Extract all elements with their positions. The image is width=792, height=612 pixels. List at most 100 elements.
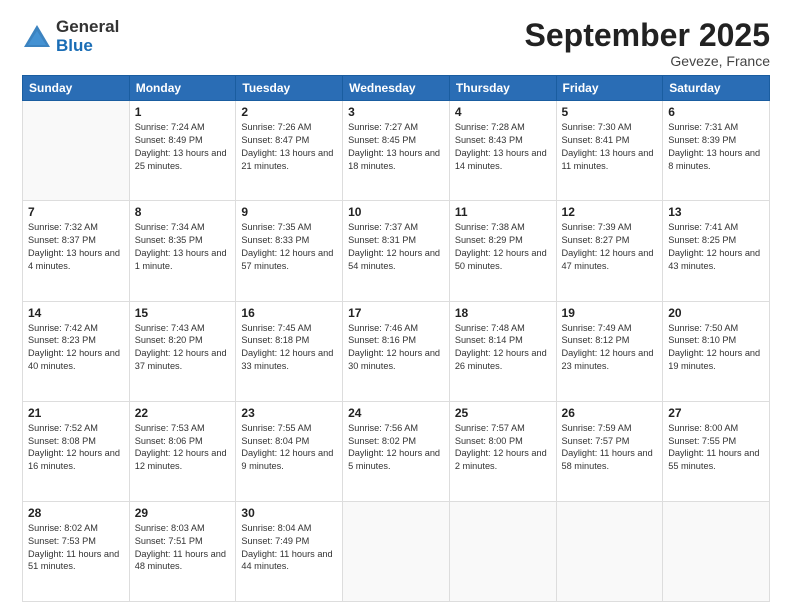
title-month: September 2025 [525, 18, 770, 53]
day-number: 21 [28, 406, 124, 420]
day-number: 25 [455, 406, 551, 420]
day-number: 6 [668, 105, 764, 119]
day-number: 12 [562, 205, 658, 219]
logo-blue: Blue [56, 37, 119, 56]
day-cell [663, 501, 770, 601]
day-info: Sunrise: 8:02 AMSunset: 7:53 PMDaylight:… [28, 522, 124, 574]
day-info: Sunrise: 7:34 AMSunset: 8:35 PMDaylight:… [135, 221, 231, 273]
weekday-header-wednesday: Wednesday [343, 76, 450, 101]
day-info: Sunrise: 7:41 AMSunset: 8:25 PMDaylight:… [668, 221, 764, 273]
weekday-header-thursday: Thursday [449, 76, 556, 101]
day-number: 10 [348, 205, 444, 219]
day-cell: 5 Sunrise: 7:30 AMSunset: 8:41 PMDaylight… [556, 101, 663, 201]
day-number: 22 [135, 406, 231, 420]
day-info: Sunrise: 7:37 AMSunset: 8:31 PMDaylight:… [348, 221, 444, 273]
day-number: 5 [562, 105, 658, 119]
day-number: 13 [668, 205, 764, 219]
day-cell: 13 Sunrise: 7:41 AMSunset: 8:25 PMDayligh… [663, 201, 770, 301]
week-row-4: 28 Sunrise: 8:02 AMSunset: 7:53 PMDayligh… [23, 501, 770, 601]
day-cell: 4Sunrise: 7:28 AMSunset: 8:43 PMDaylight… [449, 101, 556, 201]
weekday-header-row: SundayMondayTuesdayWednesdayThursdayFrid… [23, 76, 770, 101]
week-row-1: 7 Sunrise: 7:32 AMSunset: 8:37 PMDaylight… [23, 201, 770, 301]
day-number: 8 [135, 205, 231, 219]
day-info: Sunrise: 7:31 AMSunset: 8:39 PMDaylight:… [668, 121, 764, 173]
day-cell: 11 Sunrise: 7:38 AMSunset: 8:29 PMDayligh… [449, 201, 556, 301]
day-info: Sunrise: 7:46 AMSunset: 8:16 PMDaylight:… [348, 322, 444, 374]
day-number: 14 [28, 306, 124, 320]
day-cell: 27Sunrise: 8:00 AMSunset: 7:55 PMDayligh… [663, 401, 770, 501]
logo-icon [22, 23, 52, 51]
day-number: 27 [668, 406, 764, 420]
day-cell: 26 Sunrise: 7:59 AMSunset: 7:57 PMDayligh… [556, 401, 663, 501]
day-number: 11 [455, 205, 551, 219]
day-info: Sunrise: 7:43 AMSunset: 8:20 PMDaylight:… [135, 322, 231, 374]
day-info: Sunrise: 8:04 AMSunset: 7:49 PMDaylight:… [241, 522, 337, 574]
day-info: Sunrise: 7:42 AMSunset: 8:23 PMDaylight:… [28, 322, 124, 374]
day-cell: 10 Sunrise: 7:37 AMSunset: 8:31 PMDayligh… [343, 201, 450, 301]
weekday-header-saturday: Saturday [663, 76, 770, 101]
day-cell: 19 Sunrise: 7:49 AMSunset: 8:12 PMDayligh… [556, 301, 663, 401]
week-row-2: 14 Sunrise: 7:42 AMSunset: 8:23 PMDayligh… [23, 301, 770, 401]
day-cell: 29 Sunrise: 8:03 AMSunset: 7:51 PMDayligh… [129, 501, 236, 601]
day-info: Sunrise: 7:59 AMSunset: 7:57 PMDaylight:… [562, 422, 658, 474]
day-cell: 9 Sunrise: 7:35 AMSunset: 8:33 PMDaylight… [236, 201, 343, 301]
day-number: 9 [241, 205, 337, 219]
day-info: Sunrise: 7:56 AMSunset: 8:02 PMDaylight:… [348, 422, 444, 474]
weekday-header-tuesday: Tuesday [236, 76, 343, 101]
day-number: 2 [241, 105, 337, 119]
day-info: Sunrise: 8:03 AMSunset: 7:51 PMDaylight:… [135, 522, 231, 574]
day-number: 16 [241, 306, 337, 320]
day-number: 29 [135, 506, 231, 520]
day-info: Sunrise: 7:27 AMSunset: 8:45 PMDaylight:… [348, 121, 444, 173]
day-cell: 28 Sunrise: 8:02 AMSunset: 7:53 PMDayligh… [23, 501, 130, 601]
day-number: 18 [455, 306, 551, 320]
day-info: Sunrise: 7:55 AMSunset: 8:04 PMDaylight:… [241, 422, 337, 474]
day-cell: 16 Sunrise: 7:45 AMSunset: 8:18 PMDayligh… [236, 301, 343, 401]
header: General Blue September 2025 Geveze, Fran… [22, 18, 770, 69]
day-number: 15 [135, 306, 231, 320]
weekday-header-monday: Monday [129, 76, 236, 101]
day-info: Sunrise: 7:49 AMSunset: 8:12 PMDaylight:… [562, 322, 658, 374]
day-cell [556, 501, 663, 601]
logo-text: General Blue [56, 18, 119, 55]
day-cell: 20 Sunrise: 7:50 AMSunset: 8:10 PMDayligh… [663, 301, 770, 401]
day-number: 17 [348, 306, 444, 320]
week-row-3: 21 Sunrise: 7:52 AMSunset: 8:08 PMDayligh… [23, 401, 770, 501]
day-cell [343, 501, 450, 601]
day-info: Sunrise: 7:52 AMSunset: 8:08 PMDaylight:… [28, 422, 124, 474]
day-number: 3 [348, 105, 444, 119]
page: General Blue September 2025 Geveze, Fran… [0, 0, 792, 612]
day-info: Sunrise: 7:32 AMSunset: 8:37 PMDaylight:… [28, 221, 124, 273]
weekday-header-friday: Friday [556, 76, 663, 101]
day-info: Sunrise: 7:38 AMSunset: 8:29 PMDaylight:… [455, 221, 551, 273]
title-block: September 2025 Geveze, France [525, 18, 770, 69]
day-info: Sunrise: 7:57 AMSunset: 8:00 PMDaylight:… [455, 422, 551, 474]
day-info: Sunrise: 7:48 AMSunset: 8:14 PMDaylight:… [455, 322, 551, 374]
day-cell [449, 501, 556, 601]
day-cell: 17 Sunrise: 7:46 AMSunset: 8:16 PMDayligh… [343, 301, 450, 401]
day-cell: 23 Sunrise: 7:55 AMSunset: 8:04 PMDayligh… [236, 401, 343, 501]
day-info: Sunrise: 7:35 AMSunset: 8:33 PMDaylight:… [241, 221, 337, 273]
day-number: 24 [348, 406, 444, 420]
day-number: 20 [668, 306, 764, 320]
day-number: 26 [562, 406, 658, 420]
day-number: 23 [241, 406, 337, 420]
logo: General Blue [22, 18, 119, 55]
calendar-table: SundayMondayTuesdayWednesdayThursdayFrid… [22, 75, 770, 602]
day-info: Sunrise: 7:53 AMSunset: 8:06 PMDaylight:… [135, 422, 231, 474]
day-info: Sunrise: 7:39 AMSunset: 8:27 PMDaylight:… [562, 221, 658, 273]
week-row-0: 1 Sunrise: 7:24 AMSunset: 8:49 PMDaylight… [23, 101, 770, 201]
day-cell: 8 Sunrise: 7:34 AMSunset: 8:35 PMDaylight… [129, 201, 236, 301]
day-info: Sunrise: 7:50 AMSunset: 8:10 PMDaylight:… [668, 322, 764, 374]
day-cell: 25 Sunrise: 7:57 AMSunset: 8:00 PMDayligh… [449, 401, 556, 501]
day-info: Sunrise: 7:45 AMSunset: 8:18 PMDaylight:… [241, 322, 337, 374]
day-info: Sunrise: 7:30 AMSunset: 8:41 PMDaylight:… [562, 121, 658, 173]
day-info: Sunrise: 7:24 AMSunset: 8:49 PMDaylight:… [135, 121, 231, 173]
day-cell: 12 Sunrise: 7:39 AMSunset: 8:27 PMDayligh… [556, 201, 663, 301]
day-number: 7 [28, 205, 124, 219]
day-number: 1 [135, 105, 231, 119]
day-number: 28 [28, 506, 124, 520]
day-cell: 3 Sunrise: 7:27 AMSunset: 8:45 PMDaylight… [343, 101, 450, 201]
day-cell: 22 Sunrise: 7:53 AMSunset: 8:06 PMDayligh… [129, 401, 236, 501]
day-number: 19 [562, 306, 658, 320]
